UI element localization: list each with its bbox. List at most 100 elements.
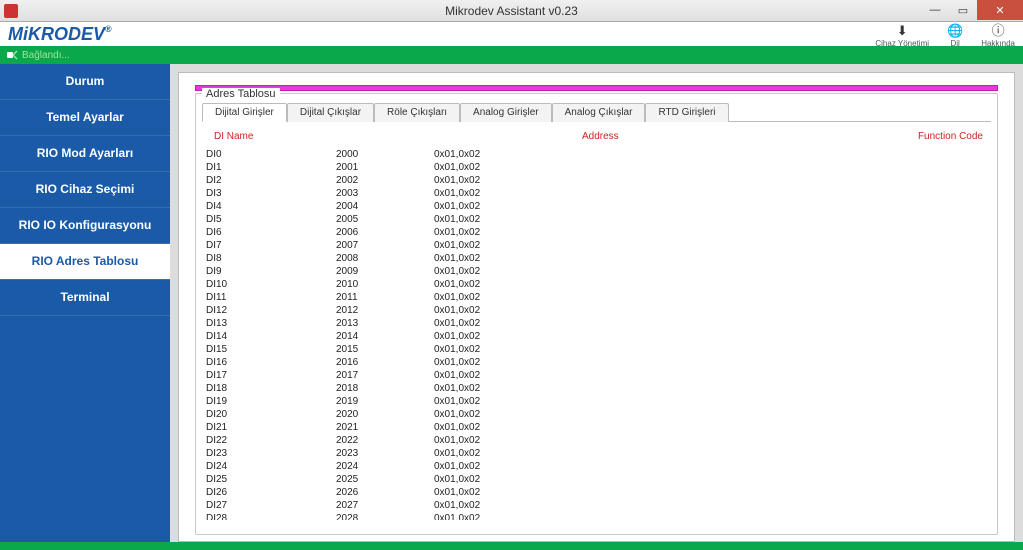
cell-function-code: 0x01,0x02 [434, 187, 480, 200]
cell-di-name: DI3 [206, 187, 336, 200]
sidebar-item[interactable]: Durum [0, 64, 170, 100]
tab[interactable]: Dijital Çıkışlar [287, 103, 374, 122]
cell-function-code: 0x01,0x02 [434, 343, 480, 356]
about-button[interactable]: ⓘ Hakkında [981, 20, 1015, 48]
cell-di-name: DI23 [206, 447, 336, 460]
table-row: DI420040x01,0x02 [206, 200, 991, 213]
sidebar-item[interactable]: Temel Ayarlar [0, 100, 170, 136]
cell-address: 2004 [336, 200, 434, 213]
cell-address: 2021 [336, 421, 434, 434]
sidebar: DurumTemel AyarlarRIO Mod AyarlarıRIO Ci… [0, 64, 170, 542]
cell-address: 2006 [336, 226, 434, 239]
tab[interactable]: Dijital Girişler [202, 103, 287, 122]
header-icons: ⬇ Cihaz Yönetimi 🌐 Dil ⓘ Hakkında [875, 20, 1015, 48]
tab[interactable]: Analog Çıkışlar [552, 103, 646, 122]
sidebar-item[interactable]: RIO Cihaz Seçimi [0, 172, 170, 208]
sidebar-item[interactable]: Terminal [0, 280, 170, 316]
table-row: DI2020200x01,0x02 [206, 408, 991, 421]
table-row: DI2120210x01,0x02 [206, 421, 991, 434]
globe-icon: 🌐 [947, 23, 963, 39]
cell-di-name: DI2 [206, 174, 336, 187]
table-row: DI1420140x01,0x02 [206, 330, 991, 343]
cell-address: 2003 [336, 187, 434, 200]
cell-address: 2017 [336, 369, 434, 382]
tab[interactable]: Röle Çıkışları [374, 103, 460, 122]
table-row: DI720070x01,0x02 [206, 239, 991, 252]
cell-function-code: 0x01,0x02 [434, 395, 480, 408]
sidebar-item[interactable]: RIO Adres Tablosu [0, 244, 170, 280]
cell-function-code: 0x01,0x02 [434, 460, 480, 473]
app-icon [4, 4, 18, 18]
cell-function-code: 0x01,0x02 [434, 408, 480, 421]
cell-di-name: DI14 [206, 330, 336, 343]
cell-function-code: 0x01,0x02 [434, 369, 480, 382]
cell-address: 2026 [336, 486, 434, 499]
cell-address: 2007 [336, 239, 434, 252]
device-management-button[interactable]: ⬇ Cihaz Yönetimi [875, 23, 929, 48]
cell-di-name: DI9 [206, 265, 336, 278]
maximize-button[interactable]: ▭ [949, 0, 977, 20]
address-table[interactable]: DI NameAddressFunction CodeDI020000x01,0… [202, 124, 991, 520]
main: DurumTemel AyarlarRIO Mod AyarlarıRIO Ci… [0, 64, 1023, 542]
sidebar-item[interactable]: RIO IO Konfigurasyonu [0, 208, 170, 244]
table-row: DI1520150x01,0x02 [206, 343, 991, 356]
about-label: Hakkında [981, 39, 1015, 48]
cell-address: 2019 [336, 395, 434, 408]
connected-icon [6, 49, 18, 61]
cell-di-name: DI20 [206, 408, 336, 421]
cell-address: 2008 [336, 252, 434, 265]
cell-address: 2022 [336, 434, 434, 447]
cell-function-code: 0x01,0x02 [434, 252, 480, 265]
table-row: DI1320130x01,0x02 [206, 317, 991, 330]
titlebar: Mikrodev Assistant v0.23 — ▭ ✕ [0, 0, 1023, 22]
cell-address: 2012 [336, 304, 434, 317]
cell-address: 2023 [336, 447, 434, 460]
cell-function-code: 0x01,0x02 [434, 213, 480, 226]
cell-function-code: 0x01,0x02 [434, 304, 480, 317]
cell-di-name: DI18 [206, 382, 336, 395]
cell-function-code: 0x01,0x02 [434, 200, 480, 213]
cell-function-code: 0x01,0x02 [434, 174, 480, 187]
address-table-group: Adres Tablosu Dijital GirişlerDijital Çı… [195, 93, 998, 535]
panel: Adres Tablosu Dijital GirişlerDijital Çı… [178, 72, 1015, 542]
cell-address: 2013 [336, 317, 434, 330]
language-label: Dil [950, 39, 959, 48]
cell-address: 2009 [336, 265, 434, 278]
cell-di-name: DI28 [206, 512, 336, 520]
table-row: DI920090x01,0x02 [206, 265, 991, 278]
cell-address: 2028 [336, 512, 434, 520]
accent-bar [195, 85, 998, 91]
col-address: Address [582, 130, 680, 143]
cell-di-name: DI4 [206, 200, 336, 213]
cell-di-name: DI22 [206, 434, 336, 447]
tab[interactable]: RTD Girişleri [645, 103, 728, 122]
minimize-button[interactable]: — [921, 0, 949, 20]
cell-address: 2015 [336, 343, 434, 356]
header: MiKRODEV® ⬇ Cihaz Yönetimi 🌐 Dil ⓘ Hakkı… [0, 22, 1023, 46]
cell-di-name: DI16 [206, 356, 336, 369]
cell-function-code: 0x01,0x02 [434, 161, 480, 174]
close-button[interactable]: ✕ [977, 0, 1023, 20]
footer-bar [0, 542, 1023, 550]
cell-function-code: 0x01,0x02 [434, 473, 480, 486]
cell-di-name: DI25 [206, 473, 336, 486]
sidebar-item[interactable]: RIO Mod Ayarları [0, 136, 170, 172]
cell-address: 2025 [336, 473, 434, 486]
language-button[interactable]: 🌐 Dil [947, 23, 963, 48]
cell-di-name: DI10 [206, 278, 336, 291]
table-row: DI1720170x01,0x02 [206, 369, 991, 382]
cell-di-name: DI0 [206, 148, 336, 161]
tab[interactable]: Analog Girişler [460, 103, 552, 122]
table-row: DI2820280x01,0x02 [206, 512, 991, 520]
cell-function-code: 0x01,0x02 [434, 317, 480, 330]
cell-function-code: 0x01,0x02 [434, 486, 480, 499]
table-row: DI2420240x01,0x02 [206, 460, 991, 473]
cell-di-name: DI1 [206, 161, 336, 174]
window-title: Mikrodev Assistant v0.23 [0, 4, 1023, 18]
connection-status-text: Bağlandı... [22, 50, 70, 61]
col-di-name: DI Name [214, 130, 344, 143]
table-row: DI020000x01,0x02 [206, 148, 991, 161]
table-row: DI220020x01,0x02 [206, 174, 991, 187]
cell-di-name: DI13 [206, 317, 336, 330]
cell-di-name: DI7 [206, 239, 336, 252]
